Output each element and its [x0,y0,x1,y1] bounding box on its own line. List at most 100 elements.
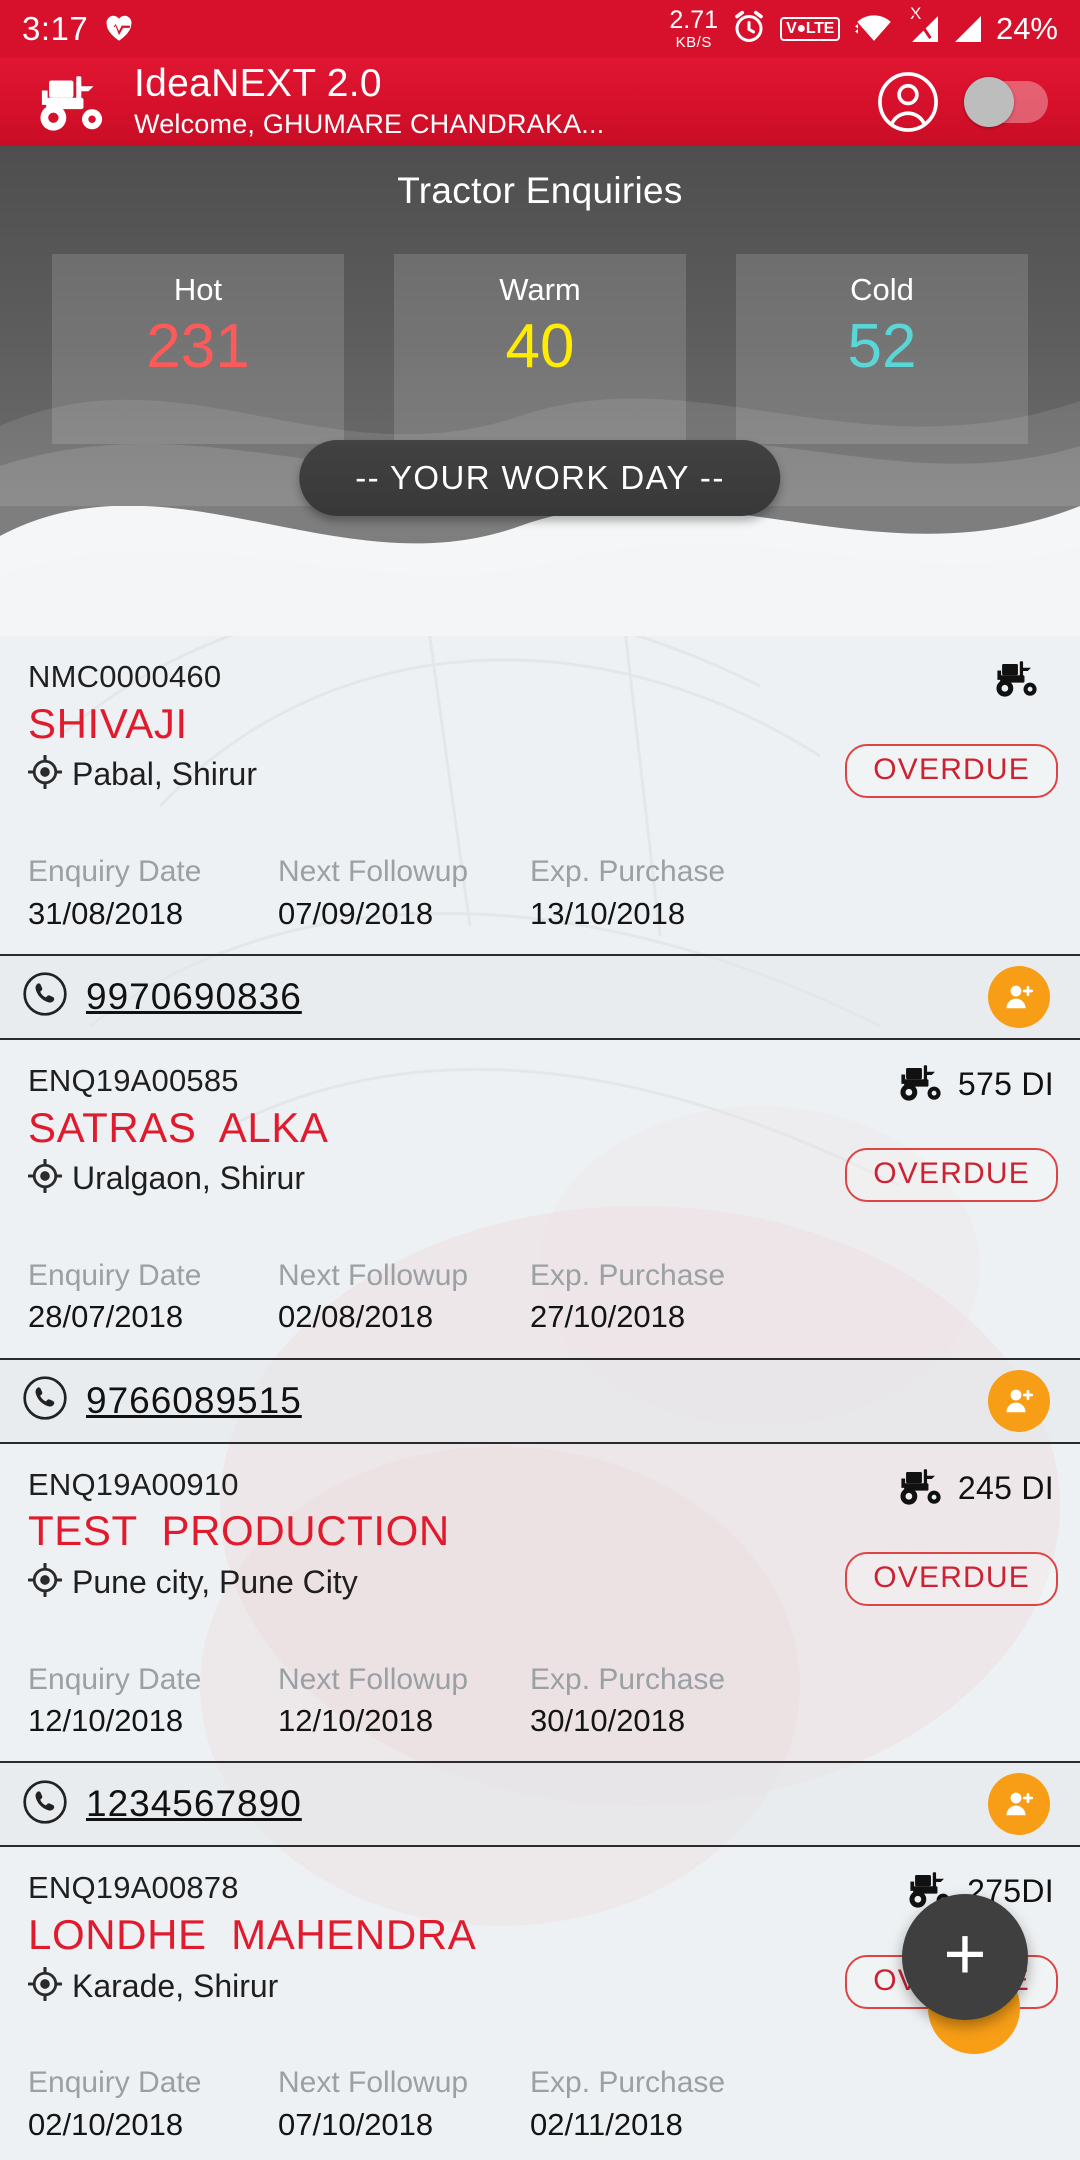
stat-label-cold: Cold [850,272,914,307]
stat-card-hot[interactable]: Hot 231 [52,254,344,444]
tractor-logo-icon [26,71,118,133]
header-toggle-switch[interactable] [964,77,1048,127]
network-speed: 2.71 KB/S [669,6,719,51]
model-row [989,658,1054,703]
customer-name: LONDHE MAHENDRA [28,1911,477,1959]
exp-purchase-value: 02/11/2018 [530,2106,683,2142]
enquiry-date-col: Enquiry Date 02/10/2018 [28,2063,278,2145]
heart-icon [102,12,136,47]
enquiry-date-label: Enquiry Date [28,1258,202,1292]
stat-card-cold[interactable]: Cold 52 [736,254,1028,444]
phone-row[interactable]: 9766089515 [0,1357,1080,1444]
enquiry-date-value: 02/10/2018 [28,2106,184,2142]
phone-icon [22,1779,68,1830]
model-name: 245 DI [957,1469,1054,1506]
status-time: 3:17 [22,10,89,47]
volte-badge: V●LTE [780,17,840,41]
exp-purchase-label: Exp. Purchase [530,1662,726,1696]
next-followup-value: 12/10/2018 [278,1703,434,1739]
enquiry-card[interactable]: ENQ19A00910 TEST PRODUCTION Pune city, P… [0,1444,1080,1848]
exp-purchase-label: Exp. Purchase [530,855,726,888]
phone-row[interactable]: 1234567890 [0,1761,1080,1848]
status-badge: OVERDUE [845,1147,1058,1202]
location-pin-icon [27,1966,63,2006]
model-row: 575 DI [893,1062,1054,1107]
battery-percent: 24% [995,11,1058,46]
location-text: Karade, Shirur [72,1967,279,2004]
add-contact-button[interactable] [988,1773,1050,1836]
add-icon: + [943,1912,987,1995]
stats-row: Hot 231 Warm 40 Cold 52 [0,254,1080,444]
stat-card-warm[interactable]: Warm 40 [394,254,686,444]
network-speed-value: 2.71 [669,6,719,34]
model-name: 575 DI [957,1065,1054,1102]
phone-number[interactable]: 9766089515 [86,1380,302,1422]
status-bar-right: 2.71 KB/S V●LTE X 24% [669,4,1058,51]
enquiry-card[interactable]: ENQ19A00878 LONDHE MAHENDRA Karade, Shir… [0,1847,1080,2160]
app-bar-text: IdeaNEXT 2.0 Welcome, GHUMARE CHANDRAKA.… [134,62,876,140]
enquiry-date-col: Enquiry Date 28/07/2018 [28,1256,278,1338]
signal-sim2-icon [951,16,981,42]
exp-purchase-value: 27/10/2018 [530,1299,686,1335]
next-followup-col: Next Followup 12/10/2018 [278,1660,530,1742]
enquiry-date-col: Enquiry Date 31/08/2018 [28,852,278,934]
app-title: IdeaNEXT 2.0 [134,62,382,106]
add-contact-button[interactable] [988,965,1050,1028]
exp-purchase-value: 13/10/2018 [530,895,686,931]
location-pin-icon [27,1158,63,1198]
next-followup-value: 07/10/2018 [278,2106,434,2142]
phone-number[interactable]: 9970690836 [86,976,302,1018]
stat-label-hot: Hot [173,272,223,307]
alarm-icon [731,9,767,50]
enquiry-id: ENQ19A00878 [28,1870,239,1906]
exp-purchase-col: Exp. Purchase 27/10/2018 [530,1256,725,1338]
hero-bottom-wave [0,506,1080,636]
enquiry-card[interactable]: ENQ19A00585 SATRAS ALKA Uralgaon, Shirur… [0,1040,1080,1444]
exp-purchase-col: Exp. Purchase 02/11/2018 [530,2063,725,2145]
tractor-icon [893,1062,949,1107]
stat-value-cold: 52 [847,312,917,381]
welcome-subtitle: Welcome, GHUMARE CHANDRAKA... [134,108,605,139]
enquiry-id: NMC0000460 [28,659,222,694]
enquiry-card-header: ENQ19A00585 SATRAS ALKA Uralgaon, Shirur… [0,1040,1080,1246]
account-circle-icon[interactable] [876,70,940,134]
status-badge: OVERDUE [845,1551,1058,1606]
tractor-icon [989,658,1045,703]
status-bar: 3:17 2.71 KB/S V●LTE X 24% [0,0,1080,58]
add-contact-button[interactable] [988,1369,1050,1432]
customer-name: TEST PRODUCTION [28,1507,450,1555]
next-followup-label: Next Followup [278,1258,469,1292]
workday-banner: -- YOUR WORK DAY -- [299,440,781,516]
enquiry-date-col: Enquiry Date 12/10/2018 [28,1660,278,1742]
stat-label-warm: Warm [499,272,581,307]
next-followup-label: Next Followup [278,2066,469,2100]
network-speed-unit: KB/S [675,34,712,51]
fab-add-button[interactable]: + [902,1894,1028,2020]
app-bar-actions [876,70,1048,134]
app-bar: IdeaNEXT 2.0 Welcome, GHUMARE CHANDRAKA.… [0,58,1080,146]
enquiry-card[interactable]: NMC0000460 SHIVAJI Pabal, Shirur OVERDUE… [0,636,1080,1040]
location-text: Uralgaon, Shirur [72,1159,305,1196]
next-followup-col: Next Followup 07/10/2018 [278,2063,530,2145]
location-text: Pune city, Pune City [72,1563,358,1600]
status-badge: OVERDUE [845,744,1058,798]
dates-row: Enquiry Date 28/07/2018 Next Followup 02… [0,1246,1080,1346]
tractor-icon [893,1466,949,1511]
next-followup-label: Next Followup [278,855,469,888]
stat-value-warm: 40 [505,312,575,381]
enquiry-date-value: 28/07/2018 [28,1299,184,1335]
enquiry-date-label: Enquiry Date [28,2066,202,2100]
phone-icon [22,1375,68,1426]
toggle-thumb [964,77,1014,127]
phone-number[interactable]: 1234567890 [86,1783,302,1825]
status-bar-left: 3:17 [22,10,136,48]
next-followup-value: 07/09/2018 [278,895,434,931]
phone-icon [22,971,68,1022]
enquiry-card-header: NMC0000460 SHIVAJI Pabal, Shirur OVERDUE [0,636,1080,842]
enquiry-date-value: 31/08/2018 [28,895,184,931]
exp-purchase-label: Exp. Purchase [530,1258,726,1292]
next-followup-col: Next Followup 07/09/2018 [278,852,530,934]
phone-row[interactable]: 9970690836 [0,953,1080,1040]
location-text: Pabal, Shirur [72,756,257,793]
exp-purchase-col: Exp. Purchase 30/10/2018 [530,1660,725,1742]
